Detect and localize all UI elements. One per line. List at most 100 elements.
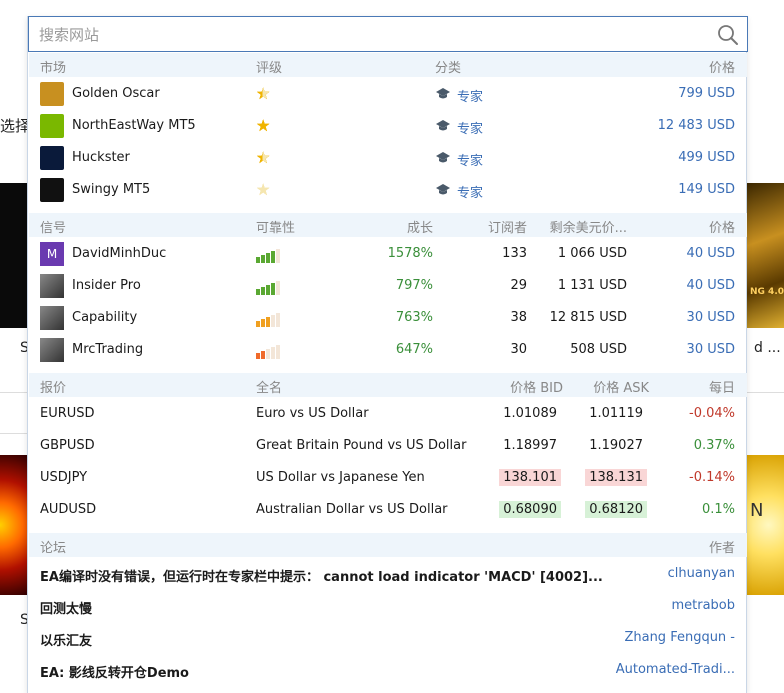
forum-author[interactable]: Zhang Fengqun - bbox=[624, 630, 735, 645]
subscribers-header-label: 订阅者 bbox=[487, 221, 527, 236]
category-link[interactable]: 专家 bbox=[457, 150, 483, 169]
reliability-bar bbox=[276, 313, 280, 327]
signal-name[interactable]: DavidMinhDuc bbox=[72, 246, 166, 261]
reliability-bar bbox=[271, 283, 275, 295]
quote-symbol[interactable]: USDJPY bbox=[40, 470, 87, 485]
product-price[interactable]: 12 483 USD bbox=[658, 118, 735, 133]
market-item[interactable]: Huckster★★★★★专家499 USD bbox=[29, 142, 747, 174]
product-name[interactable]: NorthEastWay MT5 bbox=[72, 118, 196, 133]
reliability-bar bbox=[256, 289, 260, 295]
forum-topic[interactable]: EA编译时没有错误，但运行时在专家栏中提示： cannot load indic… bbox=[40, 566, 603, 585]
quote-item[interactable]: AUDUSD Australian Dollar vs US Dollar 0.68… bbox=[29, 494, 747, 526]
forum-item[interactable]: 以乐汇友 Zhang Fengqun - bbox=[29, 622, 747, 654]
background-image-caption-2: N bbox=[750, 500, 764, 521]
bid-price: 1.18997 bbox=[503, 438, 557, 453]
growth-value: 1578% bbox=[387, 246, 433, 261]
author-header-label: 作者 bbox=[708, 541, 735, 556]
reliability-bars bbox=[256, 345, 286, 359]
signals-section-header: 信号 可靠性 成长 订阅者 剩余美元价... 价格 bbox=[29, 213, 747, 237]
signal-price[interactable]: 40 USD bbox=[687, 278, 735, 293]
quote-symbol[interactable]: EURUSD bbox=[40, 406, 95, 421]
bid-price: 0.68090 bbox=[499, 501, 561, 518]
market-item[interactable]: NorthEastWay MT5 ★ ★ ★ ★ ★ 专家 12 483 USD bbox=[29, 110, 747, 142]
reliability-bar bbox=[261, 351, 265, 359]
signal-price-header-label: 价格 bbox=[708, 221, 735, 236]
signal-item[interactable]: Insider Pro 797% 29 1 131 USD 40 USD bbox=[29, 270, 747, 302]
signal-price[interactable]: 30 USD bbox=[687, 310, 735, 325]
growth-value: 647% bbox=[395, 342, 433, 357]
forum-author[interactable]: Automated-Tradi... bbox=[616, 662, 735, 677]
background-divider bbox=[745, 392, 784, 393]
signal-item[interactable]: M DavidMinhDuc 1578% 133 1 066 USD 40 USD bbox=[29, 238, 747, 270]
background-divider bbox=[0, 433, 28, 434]
price-header-label: 价格 bbox=[708, 61, 735, 76]
product-name[interactable]: Swingy MT5 bbox=[72, 182, 150, 197]
product-icon bbox=[40, 114, 64, 138]
reliability-bar bbox=[256, 321, 260, 327]
signal-name[interactable]: Capability bbox=[72, 310, 137, 325]
reliability-bar bbox=[261, 255, 265, 263]
graduation-cap-icon bbox=[435, 87, 451, 101]
forum-author[interactable]: metrabob bbox=[671, 598, 735, 613]
quote-symbol[interactable]: AUDUSD bbox=[40, 502, 96, 517]
forum-topic[interactable]: 以乐汇友 bbox=[40, 630, 92, 649]
avatar bbox=[40, 306, 64, 330]
growth-value: 763% bbox=[395, 310, 433, 325]
forum-topic[interactable]: EA: 影线反转开仓Demo bbox=[40, 662, 189, 681]
quote-symbol[interactable]: GBPUSD bbox=[40, 438, 95, 453]
remaining-value: 1 131 USD bbox=[557, 278, 627, 293]
avatar: M bbox=[40, 242, 64, 266]
subscribers-value: 29 bbox=[510, 278, 527, 293]
star-icon: ★ bbox=[256, 84, 270, 103]
star-icon: ★ bbox=[256, 180, 270, 199]
market-item[interactable]: Golden Oscar★★★★★专家799 USD bbox=[29, 78, 747, 110]
growth-header-label: 成长 bbox=[406, 221, 433, 236]
market-item[interactable]: Swingy MT5 ★ ★ ★ ★ ★ 专家 149 USD bbox=[29, 174, 747, 206]
signal-price[interactable]: 30 USD bbox=[687, 342, 735, 357]
graduation-cap-icon bbox=[435, 151, 451, 165]
category-header-label: 分类 bbox=[435, 61, 462, 76]
signal-item[interactable]: MrcTrading 647% 30 508 USD 30 USD bbox=[29, 334, 747, 366]
signal-price[interactable]: 40 USD bbox=[687, 246, 735, 261]
forum-item[interactable]: 回测太慢 metrabob bbox=[29, 590, 747, 622]
category-link[interactable]: 专家 bbox=[457, 182, 483, 201]
forum-item[interactable]: EA: 影线反转开仓Demo Automated-Tradi... bbox=[29, 654, 747, 686]
fullname-header-label: 全名 bbox=[256, 381, 283, 396]
quotes-header-label: 报价 bbox=[40, 381, 67, 396]
forum-author[interactable]: clhuanyan bbox=[668, 566, 735, 581]
reliability-bar bbox=[256, 257, 260, 263]
quote-item[interactable]: EURUSD Euro vs US Dollar 1.01089 1.01119 -0.… bbox=[29, 398, 747, 430]
growth-value: 797% bbox=[395, 278, 433, 293]
category-link[interactable]: 专家 bbox=[457, 86, 483, 105]
graduation-cap-icon bbox=[435, 183, 451, 197]
forum-topic[interactable]: 回测太慢 bbox=[40, 598, 92, 617]
signal-name[interactable]: Insider Pro bbox=[72, 278, 141, 293]
market-header-label: 市场 bbox=[40, 61, 67, 76]
daily-change: 0.1% bbox=[701, 502, 735, 517]
ask-price: 0.68120 bbox=[585, 501, 647, 518]
quotes-section-header: 报价 全名 价格 BID 价格 ASK 每日 bbox=[29, 373, 747, 397]
background-image-left bbox=[0, 183, 28, 328]
daily-change: 0.37% bbox=[693, 438, 735, 453]
avatar bbox=[40, 274, 64, 298]
star-icon: ★ bbox=[256, 148, 270, 167]
product-price[interactable]: 149 USD bbox=[678, 182, 735, 197]
search-icon[interactable] bbox=[717, 24, 739, 46]
signal-item[interactable]: Capability 763% 38 12 815 USD 30 USD bbox=[29, 302, 747, 334]
forum-item[interactable]: EA编译时没有错误，但运行时在专家栏中提示： cannot load indic… bbox=[29, 558, 747, 590]
bid-price: 138.101 bbox=[499, 469, 561, 486]
signal-name[interactable]: MrcTrading bbox=[72, 342, 143, 357]
product-name[interactable]: Huckster bbox=[72, 150, 130, 165]
background-image-sun bbox=[0, 455, 28, 595]
search-input[interactable] bbox=[39, 23, 699, 47]
product-price[interactable]: 799 USD bbox=[678, 86, 735, 101]
quote-item[interactable]: GBPUSD Great Britain Pound vs US Dollar 1.… bbox=[29, 430, 747, 462]
category-link[interactable]: 专家 bbox=[457, 118, 483, 137]
product-price[interactable]: 499 USD bbox=[678, 150, 735, 165]
reliability-bar bbox=[276, 249, 280, 263]
search-dropdown-panel: 市场 评级 分类 价格 Golden Oscar★★★★★专家799 USDNo… bbox=[27, 16, 748, 693]
rating-header-label: 评级 bbox=[256, 61, 283, 76]
reliability-bar bbox=[271, 347, 275, 359]
product-name[interactable]: Golden Oscar bbox=[72, 86, 160, 101]
quote-item[interactable]: USDJPY US Dollar vs Japanese Yen 138.101 13… bbox=[29, 462, 747, 494]
